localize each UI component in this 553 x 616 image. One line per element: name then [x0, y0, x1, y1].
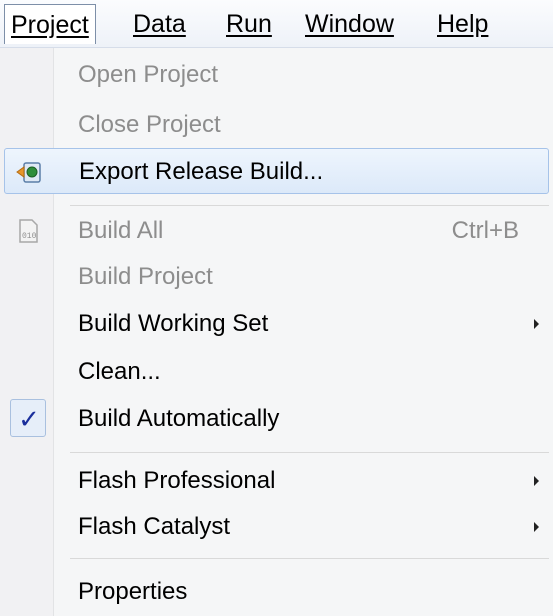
- checkbox-frame: ✓: [10, 399, 46, 437]
- shortcut-label: Ctrl+B: [451, 217, 519, 244]
- menu-item-label: Build Working Set: [78, 310, 269, 337]
- menu-item-label: Flash Professional: [78, 467, 276, 494]
- check-icon: ✓: [18, 404, 40, 434]
- chevron-right-icon: [534, 522, 539, 532]
- menu-item-label: Build Project: [78, 263, 213, 290]
- menu-item-label: Build All: [78, 217, 164, 244]
- menu-item-label: Clean...: [78, 358, 161, 385]
- menu-item-label: Build Automatically: [78, 405, 280, 432]
- menu-project[interactable]: Project: [4, 4, 96, 44]
- menu-item-build-all[interactable]: 010 Build All Ctrl+B: [4, 208, 549, 254]
- menu-item-label: Export Release Build...: [79, 158, 324, 185]
- export-build-icon: [15, 158, 43, 186]
- svg-text:010: 010: [22, 232, 37, 241]
- menu-item-build-working-set[interactable]: Build Working Set: [4, 301, 549, 347]
- menu-item-build-automatically[interactable]: ✓ Build Automatically: [4, 396, 549, 442]
- menu-bar: Project Data Run Window Help: [0, 0, 553, 48]
- menu-item-flash-professional[interactable]: Flash Professional: [4, 458, 549, 504]
- menu-data[interactable]: Data: [127, 4, 192, 44]
- menu-item-close-project[interactable]: Close Project: [4, 102, 549, 148]
- menu-separator: [70, 205, 549, 206]
- menu-item-open-project[interactable]: Open Project: [4, 52, 549, 98]
- menu-separator: [70, 558, 549, 559]
- menu-item-label: Properties: [78, 578, 188, 605]
- menu-item-label: Flash Catalyst: [78, 513, 231, 540]
- chevron-right-icon: [534, 476, 539, 486]
- project-dropdown-menu: Open Project Close Project Export Releas…: [0, 48, 553, 616]
- menu-item-build-project[interactable]: Build Project: [4, 254, 549, 300]
- menu-separator: [70, 452, 549, 453]
- menu-run[interactable]: Run: [220, 4, 278, 44]
- binary-file-icon: 010: [14, 217, 42, 245]
- menu-window[interactable]: Window: [299, 4, 400, 44]
- menu-item-label: Open Project: [78, 61, 219, 88]
- chevron-right-icon: [534, 319, 539, 329]
- menu-help[interactable]: Help: [431, 4, 494, 44]
- menu-item-export-release-build[interactable]: Export Release Build...: [4, 148, 549, 194]
- menu-item-properties[interactable]: Properties: [4, 569, 549, 615]
- menu-item-clean[interactable]: Clean...: [4, 349, 549, 395]
- menu-item-label: Close Project: [78, 111, 221, 138]
- menu-item-flash-catalyst[interactable]: Flash Catalyst: [4, 504, 549, 550]
